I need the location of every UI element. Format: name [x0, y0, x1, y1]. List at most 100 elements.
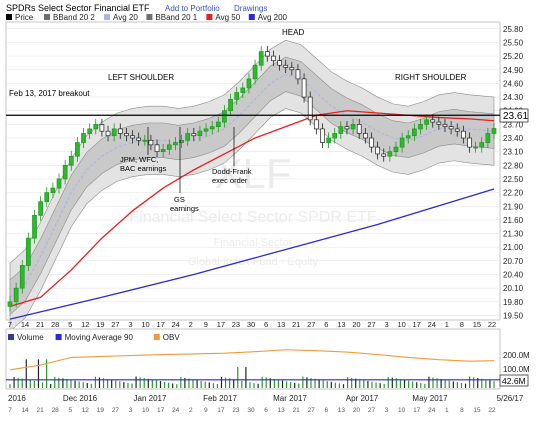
candle-body-50 — [313, 119, 319, 130]
candle-body-16 — [105, 130, 111, 137]
candle-body-12 — [81, 133, 86, 143]
candle-body-75 — [467, 137, 472, 148]
x-tick-20: 27 — [307, 320, 315, 329]
bottom-tick-9: 10 — [142, 407, 150, 414]
annotation-gs-line1: GS — [174, 195, 185, 204]
candle-body-24 — [154, 144, 160, 153]
candle-body-78 — [485, 133, 491, 143]
bottom-tick-3: 28 — [52, 407, 60, 414]
y-tick-0: 19.50 — [503, 311, 524, 320]
candle-body-56 — [350, 124, 356, 130]
candle-body-71 — [442, 124, 448, 127]
x-tick-labels: 7 14 21 28 5 12 19 27 3 10 17 24 2 9 17 23 30 6 13 21 27 6 13 2… — [8, 320, 496, 329]
candle-body-68 — [424, 119, 429, 125]
bottom-tick-8: 3 — [129, 407, 133, 414]
volume-tick-100m: 100.0M — [503, 365, 530, 374]
bottom-tick-11: 24 — [172, 407, 180, 414]
candle-body-55 — [344, 126, 350, 130]
y-tick-1: 19.80 — [503, 298, 524, 307]
x-label-0: 2016 — [8, 394, 26, 403]
add-to-portfolio-link[interactable]: Add to Portfolio — [165, 4, 220, 13]
x-tick-28: 24 — [428, 320, 436, 329]
bottom-tick-21: 6 — [325, 407, 329, 414]
candle-body-77 — [479, 142, 485, 148]
candle-body-51 — [320, 128, 325, 143]
bottom-tick-15: 23 — [232, 407, 240, 414]
chart-title: SPDRs Select Sector Financial ETF — [6, 3, 150, 13]
x-tick-23: 20 — [352, 320, 360, 329]
legend-swatch-4 — [206, 14, 213, 20]
candle-body-18 — [117, 128, 123, 134]
bottom-tick-12: 2 — [189, 407, 193, 414]
x-tick-3: 28 — [51, 320, 59, 329]
candle-body-7 — [50, 187, 56, 193]
y-tick-7: 21.60 — [503, 216, 524, 225]
bottom-tick-17: 6 — [264, 407, 268, 414]
candle-body-64 — [399, 137, 405, 148]
candle-body-61 — [381, 153, 387, 157]
candle-body-48 — [301, 78, 307, 98]
legend-label-0: Price — [15, 13, 34, 22]
candle-body-63 — [393, 146, 399, 153]
x-tick-22: 13 — [337, 320, 345, 329]
legend-label-3: BBand 20 1 — [155, 13, 197, 22]
x-tick-24: 27 — [367, 320, 375, 329]
annotation-right-shoulder: RIGHT SHOULDER — [395, 73, 467, 82]
bottom-tick-14: 17 — [217, 407, 225, 414]
candle-body-72 — [448, 126, 454, 130]
y-tick-9: 22.20 — [503, 189, 524, 198]
bottom-tick-24: 27 — [368, 407, 376, 414]
x-label-7: 5/26/17 — [497, 394, 524, 403]
volume-legend-label-1: Moving Average 90 — [65, 333, 134, 342]
candle-body-39 — [246, 78, 252, 89]
legend-swatch-5 — [248, 14, 255, 20]
candle-body-4 — [32, 215, 37, 239]
candle-body-17 — [111, 128, 117, 137]
y-tick-18: 24.90 — [503, 66, 524, 75]
bottom-tick-10: 17 — [157, 407, 165, 414]
x-tick-11: 24 — [172, 320, 180, 329]
volume-legend-swatch-1 — [55, 334, 62, 340]
annotation-dodd-line1: Dodd-Frank — [212, 167, 252, 176]
candle-body-33 — [209, 126, 215, 130]
x-tick-6: 19 — [96, 320, 104, 329]
candle-body-25 — [160, 149, 166, 153]
candle-body-41 — [258, 51, 264, 66]
candle-body-70 — [436, 121, 442, 125]
candle-body-65 — [405, 135, 411, 139]
last-price-label: 23.61 — [503, 111, 528, 122]
candle-body-52 — [326, 137, 331, 143]
candle-body-47 — [295, 69, 301, 80]
annotation-dodd-line2: exec order — [212, 176, 248, 185]
candle-body-19 — [124, 133, 129, 137]
x-tick-2: 21 — [36, 320, 44, 329]
y-tick-21: 25.80 — [503, 25, 524, 34]
y-tick-11: 22.80 — [503, 161, 524, 170]
candle-body-29 — [185, 133, 191, 141]
candle-body-45 — [283, 64, 289, 68]
drawings-link[interactable]: Drawings — [234, 4, 267, 13]
candle-body-69 — [430, 119, 436, 123]
candle-body-67 — [418, 124, 423, 130]
candle-body-58 — [362, 133, 368, 139]
candle-body-27 — [173, 142, 178, 146]
volume-legend-label-0: Volume — [17, 333, 44, 342]
x-tick-12: 2 — [189, 320, 193, 329]
y-tick-10: 22.50 — [503, 175, 524, 184]
candle-body-54 — [338, 126, 344, 134]
candle-body-46 — [289, 67, 295, 71]
bottom-tick-1: 14 — [21, 407, 29, 414]
volume-legend-label-2: OBV — [163, 333, 181, 342]
bottom-tick-4: 5 — [68, 407, 72, 414]
y-tick-6: 21.30 — [503, 230, 524, 239]
x-tick-26: 10 — [397, 320, 405, 329]
bottom-tick-19: 21 — [293, 407, 301, 414]
y-tick-17: 24.60 — [503, 79, 524, 88]
candle-body-2 — [19, 265, 25, 289]
candle-body-73 — [454, 128, 460, 132]
candle-body-14 — [93, 124, 99, 130]
candle-body-74 — [461, 130, 466, 139]
candle-body-20 — [130, 135, 135, 139]
bottom-tick-16: 30 — [247, 407, 255, 414]
candle-body-22 — [142, 139, 148, 142]
